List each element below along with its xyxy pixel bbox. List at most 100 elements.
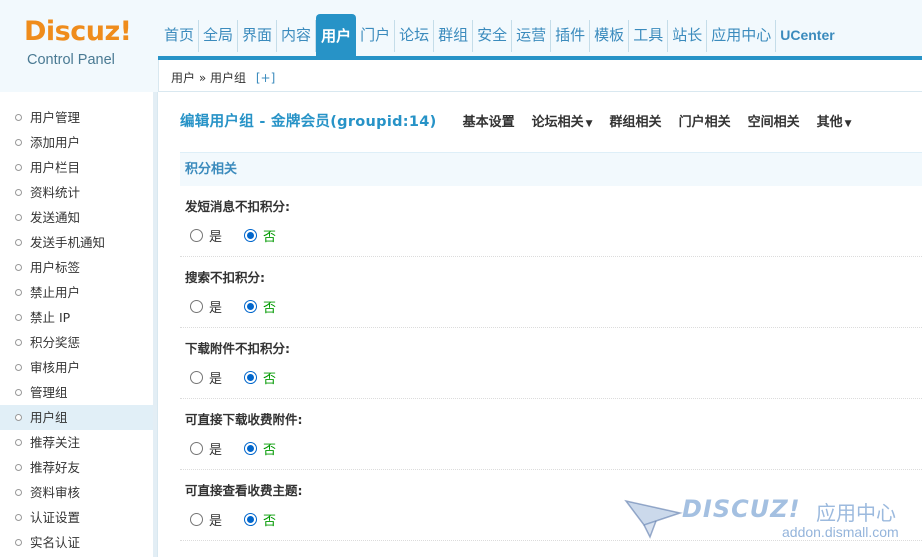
sidebar-menu: 用户管理添加用户用户栏目资料统计发送通知发送手机通知用户标签禁止用户禁止 IP 积… — [0, 92, 157, 555]
sidebar-item-label: 用户标签 — [30, 260, 81, 275]
setting-label: 下载附件不扣积分: — [185, 341, 290, 356]
radio-label[interactable]: 否 — [263, 510, 276, 529]
sidebar-item[interactable]: 认证设置 — [0, 505, 157, 530]
top-nav-item[interactable]: 门户 — [356, 20, 396, 52]
top-nav-item[interactable]: 站长 — [668, 20, 708, 52]
bullet-icon — [15, 214, 22, 221]
sub-tab-label: 其他 — [816, 114, 843, 130]
radio-label[interactable]: 是 — [209, 226, 222, 245]
sub-tab-label: 论坛相关 — [531, 114, 584, 130]
radio-label[interactable]: 否 — [263, 439, 276, 458]
radio-no[interactable] — [244, 229, 258, 242]
top-nav-item[interactable]: 插件 — [551, 20, 591, 52]
sidebar-item-label: 推荐关注 — [30, 435, 81, 450]
sidebar-item-label: 发送通知 — [30, 210, 81, 225]
setting-label: 搜索不扣积分: — [185, 270, 265, 285]
top-nav-item[interactable]: 群组 — [434, 20, 474, 52]
radio-label[interactable]: 否 — [263, 226, 276, 245]
sub-tab[interactable]: 基本设置 — [463, 111, 515, 130]
top-nav-item[interactable]: 应用中心 — [707, 20, 777, 52]
top-nav-item[interactable]: UCenter — [776, 20, 838, 52]
add-shortcut-button[interactable]: [+] — [256, 71, 275, 85]
sidebar-item[interactable]: 审核用户 — [0, 355, 157, 380]
setting-row: 下载附件不扣积分: 是 否 — [180, 328, 922, 399]
sidebar-item[interactable]: 用户标签 — [0, 255, 157, 280]
sidebar-item-label: 禁止用户 — [30, 285, 81, 300]
sidebar-item[interactable]: 发送通知 — [0, 205, 157, 230]
radio-yes[interactable] — [190, 442, 203, 455]
radio-no[interactable] — [244, 442, 258, 455]
bullet-icon — [15, 289, 22, 296]
sidebar-item[interactable]: 推荐好友 — [0, 455, 157, 480]
sub-tab[interactable]: 门户相关 — [679, 111, 731, 130]
sidebar-item[interactable]: 用户管理 — [0, 105, 157, 130]
sub-tab[interactable]: 其他 ▼ — [817, 111, 852, 130]
radio-yes[interactable] — [190, 300, 203, 313]
radio-no[interactable] — [244, 513, 258, 526]
sidebar-item-label: 用户栏目 — [30, 160, 81, 175]
top-nav-item[interactable]: 用户 — [316, 14, 357, 56]
top-nav-item[interactable]: 内容 — [277, 20, 317, 52]
radio-label[interactable]: 否 — [263, 368, 276, 387]
bullet-icon — [15, 314, 22, 321]
radio-label[interactable]: 否 — [263, 297, 276, 316]
radio-label[interactable]: 是 — [209, 439, 222, 458]
sidebar-item-label: 资料统计 — [30, 185, 81, 200]
sub-tab[interactable]: 空间相关 — [748, 111, 800, 130]
sub-tab[interactable]: 群组相关 — [610, 111, 662, 130]
radio-label[interactable]: 是 — [209, 510, 222, 529]
radio-yes[interactable] — [190, 371, 203, 384]
top-nav-item[interactable]: 首页 — [158, 20, 200, 52]
radio-yes[interactable] — [190, 513, 203, 526]
radio-label[interactable]: 是 — [209, 368, 222, 387]
top-nav-item[interactable]: 模板 — [590, 20, 630, 52]
caret-down-icon: ▼ — [585, 118, 593, 129]
logo-brand: Discuz! — [24, 16, 132, 47]
sidebar-item[interactable]: 资料统计 — [0, 180, 157, 205]
sub-tab-label: 基本设置 — [462, 114, 515, 130]
radio-yes[interactable] — [190, 229, 203, 242]
bullet-icon — [15, 539, 22, 546]
radio-label[interactable]: 是 — [209, 297, 222, 316]
main-content: 编辑用户组 - 金牌会员(groupid:14) 基本设置 论坛相关 ▼ 群组相关 门户… — [162, 92, 922, 557]
top-nav-item[interactable]: 论坛 — [395, 20, 435, 52]
radio-group: 是否 — [190, 510, 298, 529]
bullet-icon — [15, 164, 22, 171]
top-nav-item[interactable]: 界面 — [238, 20, 278, 52]
setting-row: 搜索不扣积分: 是 否 — [180, 257, 922, 328]
sidebar-item[interactable]: 禁止 IP — [0, 305, 157, 330]
breadcrumb-section[interactable]: 用户 — [171, 71, 195, 85]
header: Discuz! Control Panel 首页 全局 界面 内容 用户 门户 论坛 群组 安全… — [0, 0, 922, 92]
sidebar-item-label: 用户管理 — [30, 110, 81, 125]
sidebar-item[interactable]: 推荐关注 — [0, 430, 157, 455]
bullet-icon — [15, 514, 22, 521]
breadcrumb-bar: 用户 » 用户组 [+] — [158, 60, 922, 92]
top-nav-item[interactable]: 工具 — [629, 20, 669, 52]
sidebar-item[interactable]: 实名认证 — [0, 530, 157, 555]
logo-subtitle: Control Panel — [27, 52, 115, 68]
sub-tab[interactable]: 论坛相关 ▼ — [532, 111, 593, 130]
title-bar: 编辑用户组 - 金牌会员(groupid:14) 基本设置 论坛相关 ▼ 群组相关 门户… — [180, 109, 922, 131]
sidebar-item-label: 添加用户 — [30, 135, 81, 150]
bullet-icon — [15, 464, 22, 471]
sidebar-item[interactable]: 用户栏目 — [0, 155, 157, 180]
top-nav-item[interactable]: 安全 — [473, 20, 513, 52]
sidebar-item[interactable]: 资料审核 — [0, 480, 157, 505]
top-nav-item[interactable]: 全局 — [199, 20, 239, 52]
bullet-icon — [15, 264, 22, 271]
top-nav-item[interactable]: 运营 — [512, 20, 552, 52]
radio-no[interactable] — [244, 300, 258, 313]
sidebar-item[interactable]: 积分奖惩 — [0, 330, 157, 355]
sidebar-item[interactable]: 发送手机通知 — [0, 230, 157, 255]
setting-label: 可直接下载收费附件: — [185, 412, 303, 427]
sidebar-item[interactable]: 添加用户 — [0, 130, 157, 155]
sidebar-item[interactable]: 管理组 — [0, 380, 157, 405]
sidebar-item[interactable]: 用户组 — [0, 405, 154, 430]
caret-down-icon: ▼ — [844, 118, 852, 129]
logo[interactable]: Discuz! Control Panel — [0, 0, 158, 92]
setting-label: 可直接查看收费主题: — [185, 483, 303, 498]
sidebar-item[interactable]: 禁止用户 — [0, 280, 157, 305]
bullet-icon — [15, 239, 22, 246]
radio-no[interactable] — [244, 371, 258, 384]
setting-row: 发短消息不扣积分: 是否 — [180, 186, 922, 257]
